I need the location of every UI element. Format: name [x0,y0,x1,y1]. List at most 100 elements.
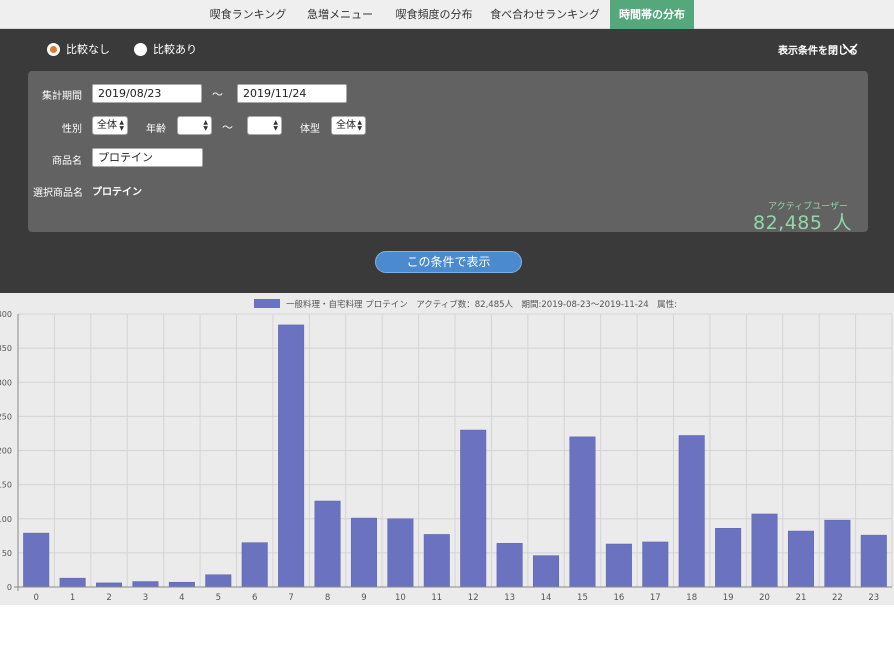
period-separator: 〜 [212,88,223,101]
y-tick-label: 350 [0,344,12,353]
bar-hour-6[interactable] [241,542,268,588]
y-tick-label: 300 [0,378,12,387]
chevron-down-icon[interactable] [842,42,858,54]
bar-hour-14[interactable] [533,555,560,588]
bar-hour-22[interactable] [824,519,851,588]
y-tick-label: 250 [0,412,12,421]
tab-pairing-ranking[interactable]: 食べ合わせランキング [486,0,604,29]
gender-label: 性別 [62,124,82,135]
x-tick-label: 16 [613,593,624,603]
bar-hour-12[interactable] [460,429,487,588]
body-type-value: 全体 [336,120,356,131]
gender-select[interactable]: 全体 ▲ ▼ [92,116,128,135]
x-tick-label: 9 [361,593,366,603]
y-tick-label: 400 [0,310,12,319]
bar-hour-5[interactable] [205,574,232,588]
y-tick-label: 150 [0,481,12,490]
radio-selected-icon [47,42,60,56]
legend-label: 一般料理・自宅料理 プロテイン アクティブ数：82,485人 期間:2019-0… [286,299,677,310]
active-users-value: 82,485 [753,212,823,234]
active-users-unit: 人 [832,212,852,234]
x-tick-label: 0 [33,593,38,603]
body-type-select[interactable]: 全体 ▲ ▼ [331,116,366,135]
radio-no-comparison[interactable]: 比較なし [47,41,110,57]
bar-hour-8[interactable] [314,500,341,588]
x-tick-label: 15 [577,593,588,603]
x-tick-label: 1 [70,593,75,603]
gender-select-value: 全体 [97,120,117,131]
radio-unselected-icon [134,42,147,56]
select-arrows-icon: ▲ ▼ [203,119,208,132]
x-tick-label: 10 [395,593,406,603]
x-tick-label: 23 [868,593,879,603]
x-tick-label: 12 [468,593,479,603]
x-tick-label: 8 [325,593,330,603]
y-tick-label: 200 [0,447,12,456]
select-arrows-icon: ▲ ▼ [273,119,278,132]
x-tick-label: 19 [723,593,734,603]
show-with-conditions-button[interactable]: この条件で表示 [375,251,522,273]
bar-hour-7[interactable] [278,324,305,588]
selected-product-value: プロテイン [92,187,142,198]
body-type-label: 体型 [300,124,320,135]
x-tick-label: 14 [541,593,552,603]
y-tick-label: 50 [2,549,12,558]
bar-hour-11[interactable] [423,534,450,588]
bar-hour-20[interactable] [751,513,778,588]
product-name-input[interactable]: プロテイン [92,148,203,167]
age-from-select[interactable]: ▲ ▼ [177,116,212,135]
age-to-select[interactable]: ▲ ▼ [247,116,282,135]
legend-swatch [254,299,280,308]
x-tick-label: 17 [650,593,661,603]
bar-hour-4[interactable] [168,581,195,588]
age-label: 年齢 [146,124,166,135]
x-tick-label: 18 [686,593,697,603]
age-separator: 〜 [222,121,233,134]
x-tick-label: 5 [216,593,221,603]
tab-frequency-distribution[interactable]: 喫食頻度の分布 [388,0,480,29]
bar-hour-21[interactable] [787,530,814,588]
x-tick-label: 22 [832,593,843,603]
select-arrows-icon: ▲ ▼ [357,119,362,132]
selected-product-label: 選択商品名 [33,188,83,199]
active-users-count: 82,485 人 [753,208,852,235]
y-tick-label: 0 [7,583,12,592]
x-tick-label: 6 [252,593,257,603]
bar-hour-23[interactable] [860,534,887,588]
bar-hour-0[interactable] [23,532,50,588]
radio-with-comparison-label: 比較あり [153,43,197,56]
filter-conditions-box: 集計期間 2019/08/23 〜 2019/11/24 性別 全体 ▲ ▼ 年齢… [28,71,868,235]
radio-with-comparison[interactable]: 比較あり [134,41,197,57]
x-tick-label: 3 [143,593,148,603]
x-tick-label: 2 [106,593,111,603]
x-tick-label: 21 [796,593,807,603]
y-tick-label: 100 [0,515,12,524]
bar-hour-19[interactable] [715,528,742,588]
x-tick-label: 13 [504,593,515,603]
bar-hour-15[interactable] [569,436,596,588]
bar-hour-3[interactable] [132,581,159,588]
bar-hour-16[interactable] [605,543,632,588]
x-tick-label: 20 [759,593,770,603]
bar-hour-17[interactable] [642,541,669,588]
bar-hour-18[interactable] [678,435,705,588]
period-end-input[interactable]: 2019/11/24 [237,84,347,103]
bar-hour-2[interactable] [96,582,123,588]
period-start-input[interactable]: 2019/08/23 [92,84,202,103]
tab-time-distribution[interactable]: 時間帯の分布 [610,0,694,35]
bar-hour-10[interactable] [387,518,414,588]
x-tick-label: 11 [431,593,442,603]
product-name-label: 商品名 [52,156,82,167]
tab-meal-ranking[interactable]: 喫食ランキング [204,0,292,29]
bar-hour-9[interactable] [350,517,377,588]
x-tick-label: 7 [288,593,293,603]
bar-hour-1[interactable] [59,577,86,588]
x-tick-label: 4 [179,593,184,603]
select-arrows-icon: ▲ ▼ [119,119,124,132]
radio-no-comparison-label: 比較なし [66,43,110,56]
hourly-bar-chart: 0501001502002503003504000123456789101112… [0,299,893,603]
tab-surge-menu[interactable]: 急増メニュー [300,0,380,29]
bar-hour-13[interactable] [496,543,523,588]
top-navigation: 喫食ランキング 急増メニュー 喫食頻度の分布 食べ合わせランキング 時間帯の分布 [0,0,894,35]
filter-panel: 比較なし 比較あり 表示条件を閉じる 集計期間 2019/08/23 〜 201… [0,29,894,293]
